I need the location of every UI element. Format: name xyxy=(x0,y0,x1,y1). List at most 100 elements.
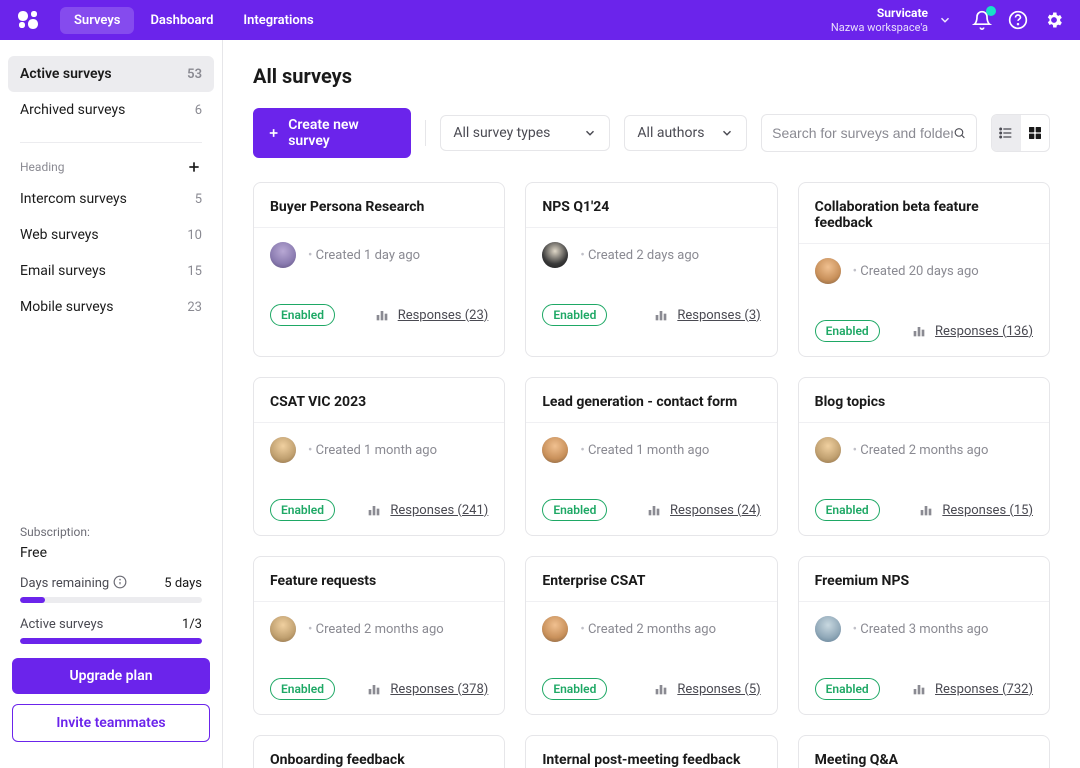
survey-card-title: NPS Q1'24 xyxy=(542,199,760,215)
survey-card-title: Enterprise CSAT xyxy=(542,573,760,589)
workspace-title: Survicate xyxy=(831,6,928,20)
survey-card[interactable]: Freemium NPSCreated 3 months agoEnabledR… xyxy=(798,556,1050,715)
survey-card-title: Blog topics xyxy=(815,394,1033,410)
responses-label: Responses (136) xyxy=(935,324,1033,339)
survey-card[interactable]: Enterprise CSATCreated 2 months agoEnabl… xyxy=(525,556,777,715)
sidebar-item-archived-surveys[interactable]: Archived surveys6 xyxy=(8,92,214,128)
card-divider xyxy=(254,601,504,602)
responses-link[interactable]: Responses (732) xyxy=(911,681,1033,697)
nav-dashboard[interactable]: Dashboard xyxy=(136,7,227,34)
main-content: All surveys Create new survey All survey… xyxy=(223,40,1080,768)
list-view-button[interactable] xyxy=(992,115,1020,151)
sidebar-item-active-surveys[interactable]: Active surveys53 xyxy=(8,56,214,92)
survey-card-title: Internal post-meeting feedback xyxy=(542,752,760,768)
card-divider xyxy=(254,227,504,228)
topbar: SurveysDashboardIntegrations Survicate N… xyxy=(0,0,1080,40)
card-divider xyxy=(526,422,776,423)
subscription-panel: Subscription: Free Days remaining 5 days… xyxy=(8,525,214,752)
responses-link[interactable]: Responses (241) xyxy=(366,502,488,518)
chevron-down-icon xyxy=(583,126,597,140)
bar-chart-icon xyxy=(911,681,927,697)
survey-card[interactable]: CSAT VIC 2023Created 1 month agoEnabledR… xyxy=(253,377,505,536)
sidebar-folder-web-surveys[interactable]: Web surveys10 xyxy=(8,217,214,253)
survey-card[interactable]: Collaboration beta feature feedbackCreat… xyxy=(798,182,1050,357)
responses-link[interactable]: Responses (3) xyxy=(653,307,760,323)
nav-integrations[interactable]: Integrations xyxy=(229,7,327,34)
responses-label: Responses (241) xyxy=(390,503,488,518)
survey-card[interactable]: Internal post-meeting feedbackCreated 4 … xyxy=(525,735,777,768)
responses-link[interactable]: Responses (24) xyxy=(646,502,761,518)
toolbar-divider xyxy=(425,120,426,146)
search-icon xyxy=(953,124,966,142)
top-nav: SurveysDashboardIntegrations xyxy=(60,7,328,34)
responses-link[interactable]: Responses (5) xyxy=(653,681,760,697)
sidebar-item-label: Mobile surveys xyxy=(20,299,113,315)
survey-card[interactable]: Meeting Q&ACreated 5 months agoEnabled xyxy=(798,735,1050,768)
author-avatar xyxy=(815,258,841,284)
sidebar-item-count: 5 xyxy=(195,192,202,207)
chevron-down-icon xyxy=(720,126,734,140)
survey-created-label: Created 1 month ago xyxy=(580,443,709,458)
survey-card-title: Feature requests xyxy=(270,573,488,589)
survey-type-filter[interactable]: All survey types xyxy=(440,115,610,151)
help-icon[interactable] xyxy=(1008,10,1028,30)
search-field[interactable] xyxy=(761,114,977,152)
workspace-switcher[interactable]: Survicate Nazwa workspace'a xyxy=(831,6,952,34)
author-avatar xyxy=(542,242,568,268)
survey-card[interactable]: Feature requestsCreated 2 months agoEnab… xyxy=(253,556,505,715)
active-surveys-meter xyxy=(20,638,202,644)
card-divider xyxy=(526,227,776,228)
bar-chart-icon xyxy=(918,502,934,518)
notifications-icon[interactable] xyxy=(972,10,992,30)
sidebar-folder-mobile-surveys[interactable]: Mobile surveys23 xyxy=(8,289,214,325)
author-avatar xyxy=(270,616,296,642)
info-icon[interactable] xyxy=(113,575,127,589)
status-badge: Enabled xyxy=(815,320,880,342)
author-filter[interactable]: All authors xyxy=(624,115,747,151)
workspace-subtitle: Nazwa workspace'a xyxy=(831,21,928,34)
search-input[interactable] xyxy=(772,125,953,141)
survey-type-filter-label: All survey types xyxy=(453,125,550,141)
days-remaining-meter xyxy=(20,597,202,603)
sidebar-folder-intercom-surveys[interactable]: Intercom surveys5 xyxy=(8,181,214,217)
survey-created-label: Created 3 months ago xyxy=(853,622,989,637)
responses-label: Responses (24) xyxy=(670,503,761,518)
subscription-label: Subscription: xyxy=(10,525,212,545)
upgrade-plan-button[interactable]: Upgrade plan xyxy=(12,658,210,694)
survey-created-label: Created 20 days ago xyxy=(853,264,979,279)
nav-surveys[interactable]: Surveys xyxy=(60,7,134,34)
create-survey-button[interactable]: Create new survey xyxy=(253,108,411,158)
survey-card[interactable]: NPS Q1'24Created 2 days agoEnabledRespon… xyxy=(525,182,777,357)
status-badge: Enabled xyxy=(270,499,335,521)
view-toggle xyxy=(991,114,1050,152)
brand-logo[interactable] xyxy=(16,8,40,32)
responses-link[interactable]: Responses (23) xyxy=(374,307,489,323)
survey-card[interactable]: Onboarding feedbackCreated 4 months agoE… xyxy=(253,735,505,768)
survey-card-title: Lead generation - contact form xyxy=(542,394,760,410)
bar-chart-icon xyxy=(366,502,382,518)
author-avatar xyxy=(542,437,568,463)
survey-created-label: Created 2 months ago xyxy=(308,622,444,637)
survey-created-label: Created 2 days ago xyxy=(580,248,699,263)
sidebar-folder-email-surveys[interactable]: Email surveys15 xyxy=(8,253,214,289)
bar-chart-icon xyxy=(911,323,927,339)
status-badge: Enabled xyxy=(815,678,880,700)
author-avatar xyxy=(542,616,568,642)
add-folder-button[interactable] xyxy=(186,159,202,175)
bar-chart-icon xyxy=(653,681,669,697)
survey-card[interactable]: Lead generation - contact form Created 1 … xyxy=(525,377,777,536)
grid-view-button[interactable] xyxy=(1021,115,1049,151)
sidebar-item-count: 15 xyxy=(187,264,202,279)
responses-link[interactable]: Responses (15) xyxy=(918,502,1033,518)
bar-chart-icon xyxy=(646,502,662,518)
card-divider xyxy=(254,422,504,423)
survey-created-label: Created 2 months ago xyxy=(853,443,989,458)
responses-link[interactable]: Responses (136) xyxy=(911,323,1033,339)
author-avatar xyxy=(815,616,841,642)
active-surveys-label: Active surveys xyxy=(20,617,103,632)
survey-card[interactable]: Blog topicsCreated 2 months agoEnabledRe… xyxy=(798,377,1050,536)
survey-card[interactable]: Buyer Persona ResearchCreated 1 day agoE… xyxy=(253,182,505,357)
settings-icon[interactable] xyxy=(1044,10,1064,30)
responses-link[interactable]: Responses (378) xyxy=(366,681,488,697)
invite-teammates-button[interactable]: Invite teammates xyxy=(12,704,210,742)
